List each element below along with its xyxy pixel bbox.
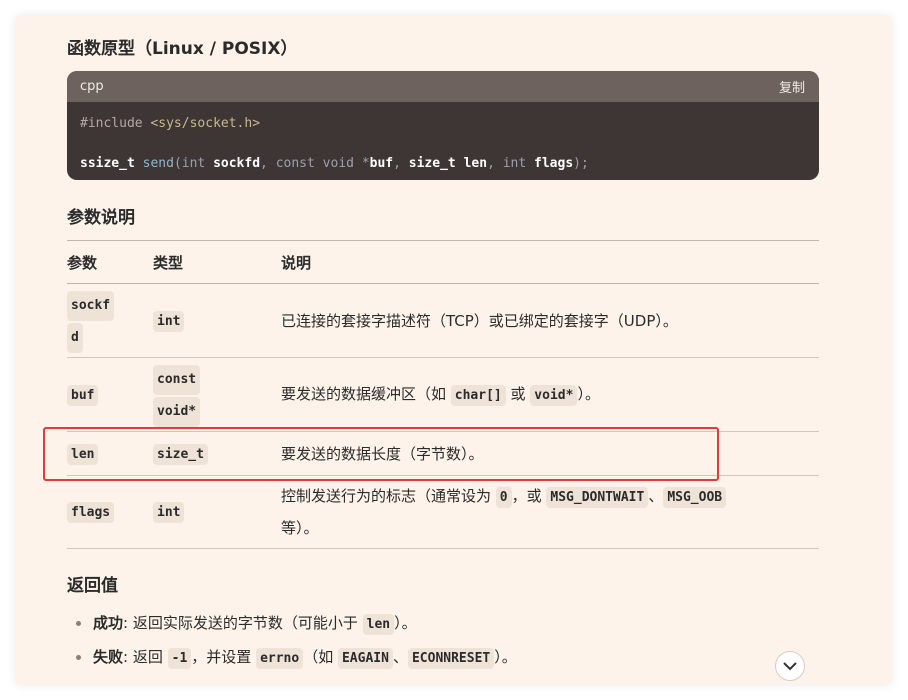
chevron-down-icon [783,661,797,670]
inline-code: 0 [495,487,512,508]
param-type: int [502,156,527,171]
pointer-star: * [361,156,370,171]
list-item: 失败: 返回 -1 ，并设置 errno （如 EAGAIN、 ECONNRESET）… [70,640,517,674]
inline-code: errno [256,648,304,669]
copy-button[interactable]: 复制 [779,77,805,96]
code-block: cpp 复制 #include <sys/socket.h> ssize_t s… [67,71,819,180]
include-directive: #include [80,116,143,131]
param-name: flags [534,156,574,171]
cell-desc: 要发送的数据缓冲区（如 char[] 或 void*）。 [281,357,819,432]
param-name: len [463,156,488,171]
cell-type: int [153,475,281,549]
inline-code: void* [530,384,578,406]
failure-label: 失败 [93,648,124,666]
return-text: 返回实际发送的字节数（可能小于 [132,614,363,632]
return-text: ）。 [494,648,517,666]
inline-code: ECONNRESET [407,648,495,669]
param-type: int [181,156,206,171]
header-param: 参数 [67,240,153,284]
header-type: 类型 [153,240,281,284]
param-name: sockfd [213,156,261,171]
function-name: send [142,156,174,171]
params-table: 参数 类型 说明 sockf d int 已连接的套接字描述符（TCP）或已绑定… [67,240,819,549]
inline-code: EAGAIN [337,648,393,669]
code-body: #include <sys/socket.h> ssize_t send(int… [67,102,819,180]
param-code: flags [67,502,115,523]
inline-code: len [362,614,395,635]
return-text: 返回 [132,648,168,666]
desc-text: 要发送的数据缓冲区（如 [281,384,451,403]
table-row: sockf d int 已连接的套接字描述符（TCP）或已绑定的套接字（UDP）… [67,283,819,358]
table-header-row: 参数 类型 说明 [67,240,819,284]
prototype-heading: 函数原型（Linux / POSIX） [67,39,298,59]
code-line-include: #include <sys/socket.h> [80,114,806,134]
desc-text: 或 [505,384,531,403]
code-header: cpp 复制 [67,71,819,102]
header-desc: 说明 [281,240,819,284]
list-item: 成功: 返回实际发送的字节数（可能小于 len）。 [70,606,517,640]
param-name: buf [369,156,394,171]
table-row: flags int 控制发送行为的标志（通常设为 0 ，或 MSG_DONTWAI… [67,475,819,549]
success-label: 成功 [93,614,124,632]
type-code: void* [153,396,201,427]
desc-text: ，或 [511,487,547,505]
return-text: ，并设置 [191,648,257,666]
param-code: buf [67,384,99,406]
separator: : [123,648,133,666]
table-row: buf const void* 要发送的数据缓冲区（如 char[] 或 voi… [67,357,819,432]
inline-code: char[] [450,384,506,406]
cell-type: const void* [153,357,281,432]
inline-code: MSG_DONTWAIT [546,487,649,508]
cell-param: buf [67,357,153,432]
cell-desc: 控制发送行为的标志（通常设为 0 ，或 MSG_DONTWAIT、 MSG_OOB 等… [281,475,819,549]
return-list: 成功: 返回实际发送的字节数（可能小于 len）。 失败: 返回 -1 ，并设置 … [70,606,517,674]
return-type: ssize_t [80,156,135,171]
param-type: const void [275,156,354,171]
return-heading: 返回值 [67,576,118,596]
desc-text: 、 [648,487,664,505]
scroll-down-button[interactable] [775,651,805,681]
param-code: sockf [67,290,115,321]
return-text: 、 [392,648,408,666]
param-type: size_t [408,156,456,171]
separator: : [123,614,133,632]
highlight-box [43,427,719,481]
return-text: ）。 [394,614,417,632]
param-code: d [67,322,83,353]
cell-param: sockf d [67,283,153,358]
cell-param: flags [67,475,153,549]
include-header: <sys/socket.h> [150,116,261,131]
type-code: const [153,364,201,395]
type-code: int [153,310,185,332]
type-code: int [153,502,185,523]
cell-desc: 已连接的套接字描述符（TCP）或已绑定的套接字（UDP）。 [281,283,819,358]
inline-code: MSG_OOB [663,487,727,508]
code-language-label: cpp [80,79,104,94]
desc-text: 控制发送行为的标志（通常设为 [281,487,496,505]
desc-text: 等）。 [281,519,319,537]
desc-text: ）。 [577,384,600,403]
return-text: （如 [303,648,338,666]
inline-code: -1 [167,648,192,669]
code-line-signature: ssize_t send(int sockfd, const void *buf… [80,156,589,171]
code-end: ); [573,156,589,171]
params-heading: 参数说明 [67,208,135,228]
cell-type: int [153,283,281,358]
